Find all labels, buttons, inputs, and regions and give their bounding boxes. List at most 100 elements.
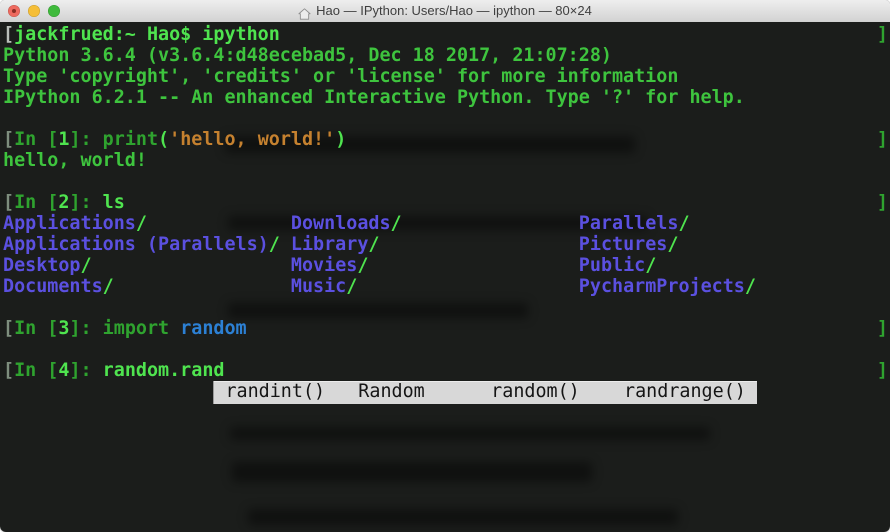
terminal-line: [In [2]: ls] — [3, 192, 890, 213]
directory-slash: / — [346, 276, 357, 297]
directory-slash: / — [81, 255, 92, 276]
home-icon — [298, 5, 311, 17]
terminal-line: hello, world! — [3, 150, 890, 171]
terminal-line: Desktop/ Movies/ Public/ — [3, 255, 890, 276]
terminal-text: [ — [3, 24, 14, 45]
directory-name: PycharmProjects — [579, 276, 745, 297]
window-title-area: Hao — IPython: Users/Hao — ipython — 80×… — [0, 0, 890, 22]
terminal-line: Documents/ Music/ PycharmProjects/ — [3, 276, 890, 297]
terminal-text: jackfrued:~ Hao$ ipython — [14, 24, 280, 45]
terminal-text: random.rand — [103, 360, 225, 381]
title-bar[interactable]: Hao — IPython: Users/Hao — ipython — 80×… — [0, 0, 890, 23]
terminal-text — [280, 234, 291, 255]
terminal-text: [ — [3, 192, 14, 213]
minimize-button[interactable] — [28, 5, 40, 17]
directory-name: Downloads — [291, 213, 391, 234]
directory-name: Pictures — [579, 234, 668, 255]
terminal-text — [147, 213, 291, 234]
line-end-bracket: ] — [877, 192, 888, 213]
directory-slash: / — [667, 234, 678, 255]
terminal-text — [402, 213, 579, 234]
terminal-line: [jackfrued:~ Hao$ ipython] — [3, 24, 890, 45]
terminal-line — [3, 444, 890, 465]
terminal-line — [3, 108, 890, 129]
terminal-window: Hao — IPython: Users/Hao — ipython — 80×… — [0, 0, 890, 532]
terminal-line: Applications/ Downloads/ Parallels/ — [3, 213, 890, 234]
terminal-text: ( — [158, 129, 169, 150]
terminal-text — [114, 276, 291, 297]
line-end-bracket: ] — [877, 318, 888, 339]
directory-slash: / — [269, 234, 280, 255]
terminal-text: ls — [103, 192, 125, 213]
terminal-line — [3, 339, 890, 360]
directory-slash: / — [136, 213, 147, 234]
terminal-line: randint() Random random() randrange() — [3, 381, 890, 402]
traffic-lights — [8, 5, 60, 17]
directory-name: Library — [291, 234, 369, 255]
terminal-text — [92, 255, 291, 276]
directory-slash: / — [357, 255, 368, 276]
terminal-text: In [ — [14, 129, 58, 150]
terminal-text: [ — [3, 318, 14, 339]
terminal-text: Type 'copyright', 'credits' or 'license'… — [3, 66, 678, 87]
terminal-text: Python 3.6.4 (v3.6.4:d48ecebad5, Dec 18 … — [3, 45, 612, 66]
terminal-text — [368, 255, 578, 276]
directory-name: Music — [291, 276, 346, 297]
terminal-text: 'hello, world!' — [169, 129, 335, 150]
terminal-text: ) — [335, 129, 346, 150]
terminal-line — [3, 171, 890, 192]
terminal-line — [3, 507, 890, 528]
directory-name: Public — [579, 255, 645, 276]
terminal-line — [3, 402, 890, 423]
terminal-text: print — [103, 129, 158, 150]
terminal-line — [3, 465, 890, 486]
terminal-text: hello, world! — [3, 150, 147, 171]
terminal-line — [3, 297, 890, 318]
terminal-text: 3 — [58, 318, 69, 339]
terminal-text: In [ — [14, 192, 58, 213]
terminal-text: import — [103, 318, 181, 339]
close-button[interactable] — [8, 5, 20, 17]
line-end-bracket: ] — [877, 360, 888, 381]
terminal-text: 4 — [58, 360, 69, 381]
terminal-line — [3, 486, 890, 507]
zoom-button[interactable] — [48, 5, 60, 17]
terminal-line: Type 'copyright', 'credits' or 'license'… — [3, 66, 890, 87]
terminal-text: [ — [3, 360, 14, 381]
terminal-text — [3, 381, 213, 402]
terminal-text: ]: — [69, 318, 102, 339]
terminal-text: ]: — [69, 129, 102, 150]
terminal-text: 1 — [58, 129, 69, 150]
terminal[interactable]: [jackfrued:~ Hao$ ipython]Python 3.6.4 (… — [0, 22, 890, 532]
directory-slash: / — [103, 276, 114, 297]
terminal-line: [In [3]: import random] — [3, 318, 890, 339]
terminal-text: In [ — [14, 360, 58, 381]
terminal-line: [In [1]: print('hello, world!')] — [3, 129, 890, 150]
terminal-text: ]: — [69, 360, 102, 381]
terminal-line: Applications (Parallels)/ Library/ Pictu… — [3, 234, 890, 255]
terminal-text: 2 — [58, 192, 69, 213]
directory-name: Documents — [3, 276, 103, 297]
terminal-text — [379, 234, 578, 255]
directory-name: Applications — [3, 213, 136, 234]
line-end-bracket: ] — [877, 24, 888, 45]
directory-name: Movies — [291, 255, 357, 276]
terminal-text: IPython 6.2.1 -- An enhanced Interactive… — [3, 87, 745, 108]
terminal-line — [3, 423, 890, 444]
terminal-text: random — [180, 318, 246, 339]
edited-dot-icon — [12, 9, 16, 13]
window-title: Hao — IPython: Users/Hao — ipython — 80×… — [316, 0, 592, 22]
terminal-line: [In [4]: random.rand] — [3, 360, 890, 381]
completion-menu[interactable]: randint() Random random() randrange() — [213, 381, 757, 404]
terminal-text: [ — [3, 129, 14, 150]
directory-slash: / — [745, 276, 756, 297]
terminal-line: Python 3.6.4 (v3.6.4:d48ecebad5, Dec 18 … — [3, 45, 890, 66]
terminal-text — [357, 276, 578, 297]
directory-slash: / — [368, 234, 379, 255]
directory-slash: / — [391, 213, 402, 234]
directory-name: Applications (Parallels) — [3, 234, 269, 255]
line-end-bracket: ] — [877, 129, 888, 150]
directory-name: Parallels — [579, 213, 679, 234]
terminal-line: IPython 6.2.1 -- An enhanced Interactive… — [3, 87, 890, 108]
directory-name: Desktop — [3, 255, 81, 276]
